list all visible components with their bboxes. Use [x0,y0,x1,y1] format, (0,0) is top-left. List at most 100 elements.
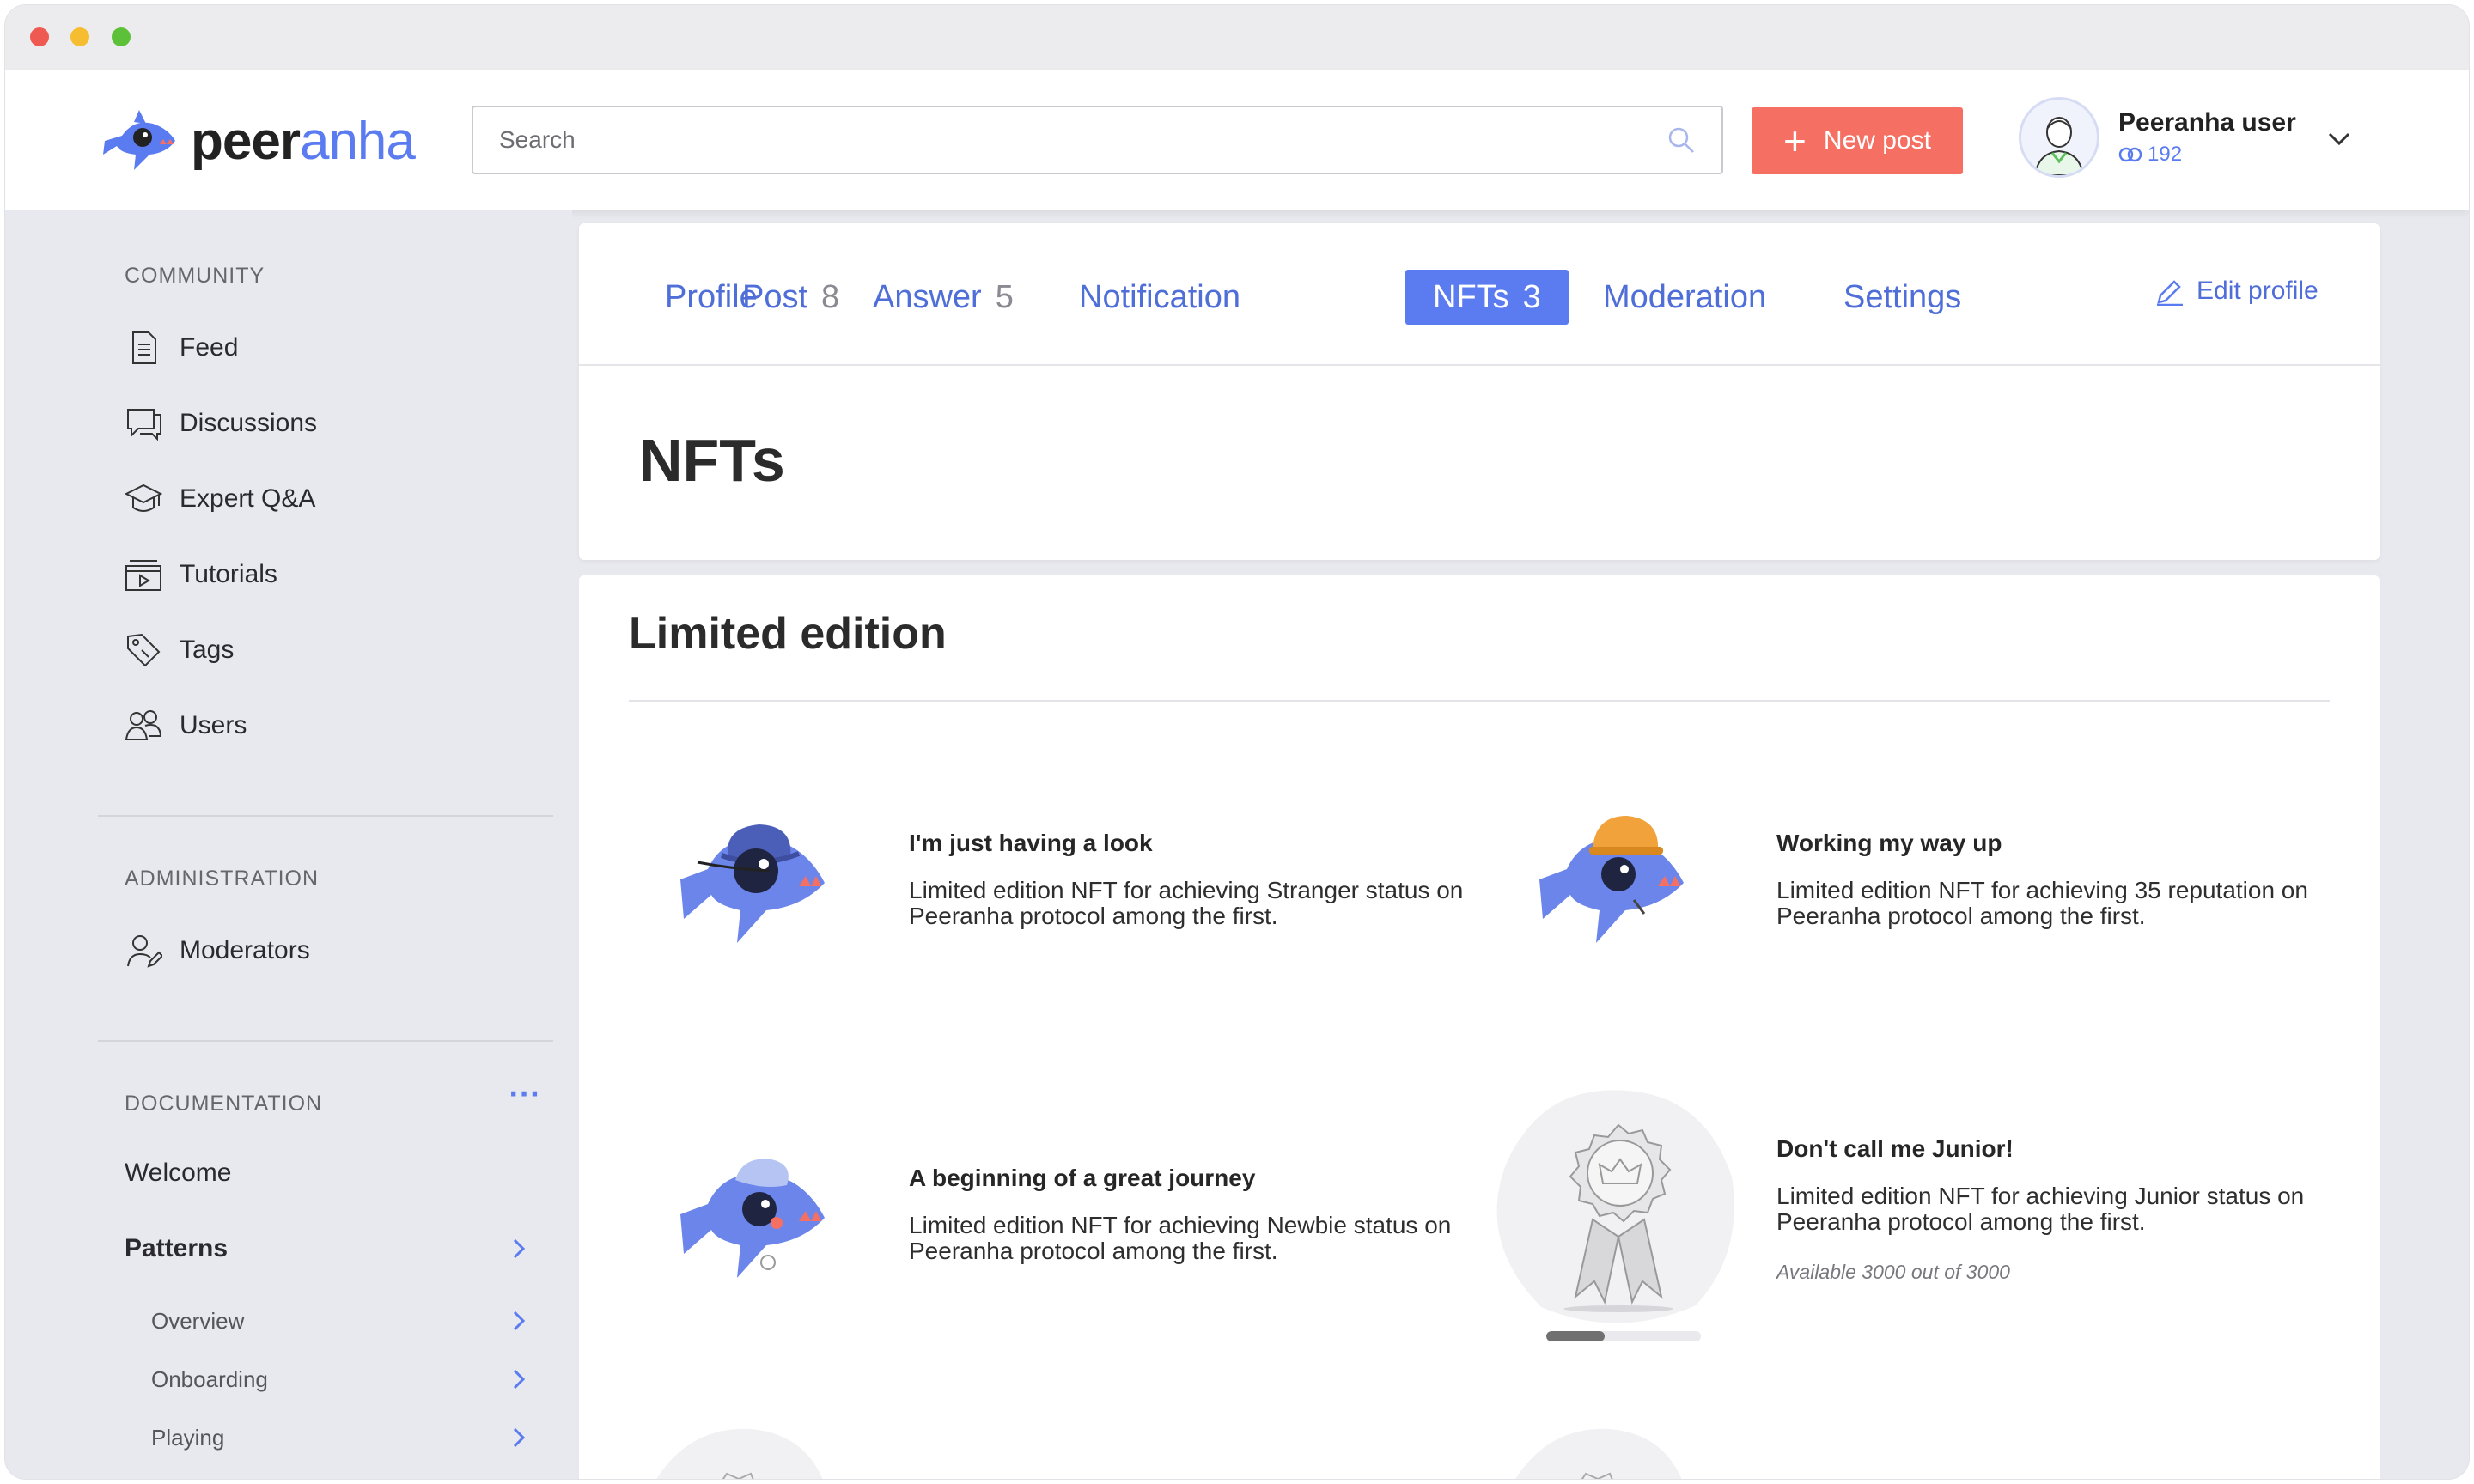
sidebar-item-label: Tags [180,636,235,664]
nft-title: A beginning of a great journey [909,1165,1256,1191]
plus-icon: + [1783,119,1807,163]
moderators-icon [127,935,162,968]
new-post-label: New post [1823,126,1931,155]
discussions-icon [127,409,161,441]
sidebar-item-label: Users [180,711,247,739]
user-avatar-icon [2033,117,2085,175]
tab-label: Moderation [1603,278,1767,315]
award-ribbon-icon[interactable] [1490,1082,1747,1331]
nft-progress-fill [1546,1331,1606,1341]
chevron-down-icon[interactable] [2327,131,2351,147]
award-ribbon-icon [656,1428,823,1479]
documentation-more-button[interactable]: ··· [509,1080,540,1110]
tab-count: 5 [995,278,1014,315]
shark-cap-icon[interactable] [673,1125,845,1288]
nft-description: Limited edition NFT for achieving Strang… [909,877,1464,929]
doc-item-welcome[interactable]: Welcome [125,1159,231,1188]
tab-label: Notification [1079,278,1240,315]
peeranha-logo[interactable]: peeranha [100,102,416,179]
sidebar-item-discussions[interactable]: Discussions [125,404,317,442]
rating-icon [2118,147,2142,162]
nft-description: Limited edition NFT for achieving 35 rep… [1776,877,2308,929]
chevron-right-icon[interactable] [512,1426,526,1449]
award-ribbon-icon [1515,1428,1682,1479]
avatar[interactable] [2019,97,2099,178]
doc-item-patterns[interactable]: Patterns [125,1234,228,1263]
user-rating-value: 192 [2148,143,2183,166]
tab-moderation[interactable]: Moderation [1603,270,1766,325]
app-window: peeranha + New post Peera [5,5,2469,1479]
user-menu[interactable]: Peeranha user 192 [2019,97,2351,178]
sidebar-item-feed[interactable]: Feed [125,329,238,367]
edit-profile-button[interactable]: Edit profile [2155,277,2319,306]
top-header: peeranha + New post Peera [5,70,2469,210]
users-icon [125,710,162,740]
doc-subitem-playing[interactable]: Playing [151,1425,224,1451]
administration-section-title: ADMINISTRATION [125,867,320,891]
chevron-right-icon[interactable] [512,1310,526,1332]
tutorials-icon [125,560,161,591]
close-window-button[interactable] [30,27,49,46]
search-icon[interactable] [1667,125,1696,155]
tab-label: Settings [1843,278,1962,315]
search-input[interactable] [499,126,1667,154]
nft-progress-bar [1546,1331,1701,1341]
tab-label: Answer [873,278,982,315]
logo-text-suffix: anha [299,111,416,171]
sidebar-item-label: Moderators [180,936,310,964]
section-title: Limited edition [629,609,947,659]
nft-description: Limited edition NFT for achieving Newbie… [909,1212,1452,1264]
nft-title: Working my way up [1776,830,2002,856]
feed-icon [132,331,156,364]
sidebar-item-tutorials[interactable]: Tutorials [125,556,277,593]
doc-subitem-overview[interactable]: Overview [151,1308,244,1335]
maximize-window-button[interactable] [112,27,131,46]
tab-label: Post [742,278,808,315]
page-title: NFTs [639,427,785,494]
section-divider [629,700,2330,702]
nft-title: Don't call me Junior! [1776,1135,2014,1162]
sidebar-item-users[interactable]: Users [125,707,247,745]
edit-profile-label: Edit profile [2197,277,2319,305]
doc-subitem-onboarding[interactable]: Onboarding [151,1366,268,1393]
profile-header-card: Profile Post 8 Answer 5 Notification NFT… [579,223,2380,560]
new-post-button[interactable]: + New post [1752,107,1963,174]
sidebar-item-tags[interactable]: Tags [125,631,234,669]
sidebar-item-label: Tutorials [180,560,277,588]
tab-count: 8 [821,278,840,315]
shark-hard-hat-icon[interactable] [1533,790,1704,953]
community-section-title: COMMUNITY [125,264,265,288]
documentation-section-title: DOCUMENTATION [125,1092,323,1116]
sidebar-item-label: Expert Q&A [180,484,316,513]
tab-nfts[interactable]: NFTs 3 [1405,270,1569,325]
tab-notification[interactable]: Notification [1079,270,1240,325]
user-rating: 192 [2118,143,2296,167]
sidebar-item-label: Discussions [180,409,318,437]
sidebar-item-moderators[interactable]: Moderators [125,932,310,970]
search-box[interactable] [472,106,1723,174]
nft-description: Limited edition NFT for achieving Junior… [1776,1183,2305,1235]
tab-settings[interactable]: Settings [1843,270,1961,325]
nft-title: I'm just having a look [909,830,1153,856]
sidebar-item-label: Feed [180,333,239,362]
title-bar [5,5,2469,70]
expert-icon [125,484,162,512]
minimize-window-button[interactable] [70,27,89,46]
pencil-icon [2157,280,2183,306]
sidebar-item-expert-qa[interactable]: Expert Q&A [125,480,315,518]
tab-answer[interactable]: Answer 5 [873,270,1014,325]
nft-card: Limited edition I'm just having a look L… [579,575,2380,1479]
shark-detective-hat-icon[interactable] [673,790,845,953]
chevron-right-icon[interactable] [512,1368,526,1390]
user-name: Peeranha user [2118,108,2296,137]
profile-tabs: Profile Post 8 Answer 5 Notification NFT… [579,223,2380,366]
sidebar: COMMUNITY Feed Discussions Expert Q&A Tu… [5,210,572,1479]
sidebar-divider [98,815,553,817]
tab-post[interactable]: Post 8 [742,270,839,325]
tab-count: 3 [1522,278,1541,315]
shark-logo-icon [103,110,175,170]
chevron-right-icon[interactable] [512,1238,526,1260]
logo-text-prefix: peer [191,111,301,171]
nft-availability: Available 3000 out of 3000 [1776,1261,2010,1283]
tag-icon [127,633,161,667]
